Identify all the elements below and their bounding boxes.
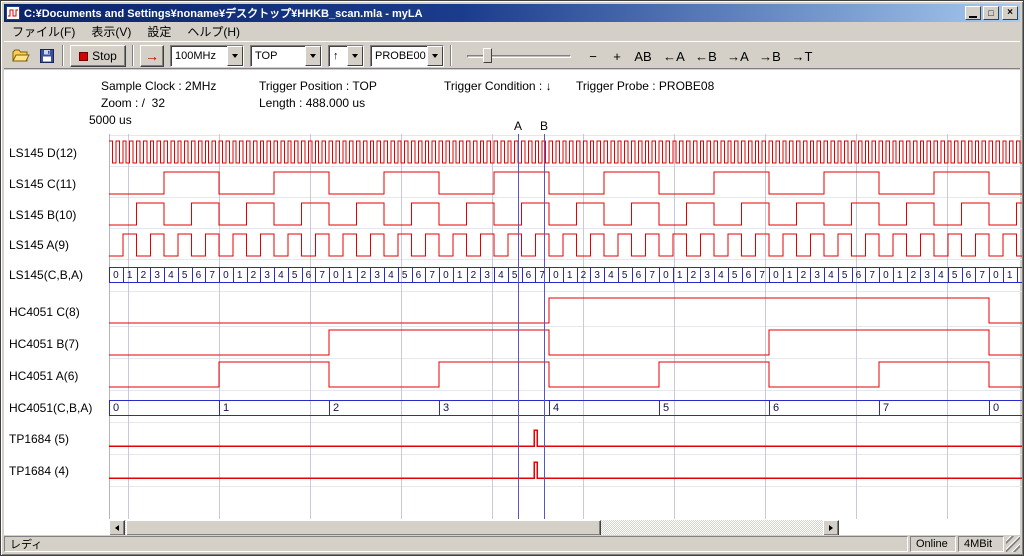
zoom-text: Zoom : / 32: [101, 96, 165, 110]
trigger-position-value: TOP: [251, 46, 305, 66]
chevron-down-icon: [352, 54, 358, 58]
run-button[interactable]: →: [140, 45, 164, 67]
trigger-position-select[interactable]: TOP: [250, 45, 322, 67]
menu-file[interactable]: ファイル(F): [4, 21, 83, 42]
zoom-out-button[interactable]: −: [582, 45, 604, 67]
stop-button[interactable]: Stop: [70, 45, 126, 67]
probe-select[interactable]: PROBE00: [370, 45, 444, 67]
trigger-edge-value: ↑: [329, 46, 347, 66]
close-icon: ×: [1007, 8, 1013, 18]
open-file-button[interactable]: [10, 45, 32, 67]
trigger-probe-text: Trigger Probe : PROBE08: [576, 79, 714, 93]
scroll-right-icon: [829, 525, 833, 531]
zoom-slider[interactable]: [459, 45, 579, 67]
zoom-in-button[interactable]: +: [606, 45, 628, 67]
maximize-icon: □: [988, 8, 993, 18]
app-window: Sample Clock : 2MHz Trigger Position : T…: [0, 0, 1024, 556]
zoom-slider-thumb[interactable]: [483, 48, 492, 63]
sample-rate-select[interactable]: 100MHz: [170, 45, 244, 67]
toolbar-separator: [62, 45, 64, 66]
toolbar-separator: [132, 45, 134, 66]
channel-label-column: LS145 D(12) LS145 C(11) LS145 B(10) LS145 A…: [1, 1, 107, 556]
channel-label-3: LS145 A(9): [9, 238, 69, 252]
plot-client-area: [4, 70, 1020, 537]
channel-label-6: HC4051 B(7): [9, 337, 79, 351]
stop-button-label: Stop: [92, 49, 117, 63]
jump-left-b-button[interactable]: ←B: [692, 45, 720, 67]
jump-right-b-button[interactable]: →B: [756, 45, 784, 67]
dropdown-button[interactable]: [347, 46, 363, 66]
jump-trigger-button[interactable]: →T: [788, 45, 816, 67]
trigger-edge-select[interactable]: ↑: [328, 45, 364, 67]
chevron-down-icon: [232, 54, 238, 58]
menubar: ファイル(F) 表示(V) 設定 ヘルプ(H): [4, 22, 1020, 41]
marker-ab-button[interactable]: AB: [630, 45, 656, 67]
channel-label-7: HC4051 A(6): [9, 369, 78, 383]
minimize-button[interactable]: [965, 6, 981, 20]
trigger-condition-text: Trigger Condition : ↓: [444, 79, 552, 93]
status-memory: 4MBit: [958, 536, 1004, 552]
run-arrow-icon: →: [145, 48, 159, 64]
status-ready: レディ: [4, 536, 908, 552]
toolbar: Stop → 100MHz TOP ↑ PROBE00 − + AB: [4, 41, 1020, 69]
dropdown-button[interactable]: [427, 46, 443, 66]
stop-icon: [79, 52, 88, 61]
resize-grip-icon[interactable]: [1006, 536, 1020, 552]
statusbar: レディ Online 4MBit: [4, 535, 1020, 552]
channel-label-9: TP1684 (5): [9, 432, 69, 446]
channel-label-10: TP1684 (4): [9, 464, 69, 478]
chevron-down-icon: [432, 54, 438, 58]
channel-label-8: HC4051(C,B,A): [9, 401, 92, 415]
scrollbar-thumb[interactable]: [126, 520, 601, 536]
maximize-button[interactable]: □: [983, 6, 999, 20]
status-online: Online: [910, 536, 956, 552]
jump-left-a-button[interactable]: ←A: [660, 45, 688, 67]
channel-label-5: HC4051 C(8): [9, 305, 80, 319]
app-icon: [6, 6, 20, 20]
sample-clock-text: Sample Clock : 2MHz: [101, 79, 216, 93]
probe-value: PROBE00: [371, 46, 427, 66]
channel-label-0: LS145 D(12): [9, 146, 77, 160]
channel-label-2: LS145 B(10): [9, 208, 76, 222]
scroll-left-button[interactable]: [109, 520, 125, 536]
save-floppy-icon: [39, 48, 55, 64]
menu-settings[interactable]: 設定: [139, 21, 179, 42]
dropdown-button[interactable]: [305, 46, 321, 66]
channel-label-4: LS145(C,B,A): [9, 268, 83, 282]
titlebar: C:¥Documents and Settings¥noname¥デスクトップ¥…: [4, 4, 1020, 22]
menu-view[interactable]: 表示(V): [83, 21, 139, 42]
scroll-right-button[interactable]: [823, 520, 839, 536]
close-button[interactable]: ×: [1002, 6, 1018, 20]
scroll-left-icon: [115, 525, 119, 531]
horizontal-scrollbar[interactable]: [109, 520, 839, 536]
sample-rate-value: 100MHz: [171, 46, 227, 66]
chevron-down-icon: [310, 54, 316, 58]
window-title: C:¥Documents and Settings¥noname¥デスクトップ¥…: [24, 5, 963, 21]
save-file-button[interactable]: [36, 45, 58, 67]
toolbar-separator: [450, 45, 452, 66]
minimize-icon: [969, 16, 977, 18]
open-folder-icon: [12, 48, 30, 64]
channel-label-1: LS145 C(11): [9, 177, 76, 191]
length-text: Length : 488.000 us: [259, 96, 365, 110]
menu-help[interactable]: ヘルプ(H): [179, 21, 248, 42]
jump-right-a-button[interactable]: →A: [724, 45, 752, 67]
trigger-position-text: Trigger Position : TOP: [259, 79, 377, 93]
dropdown-button[interactable]: [227, 46, 243, 66]
